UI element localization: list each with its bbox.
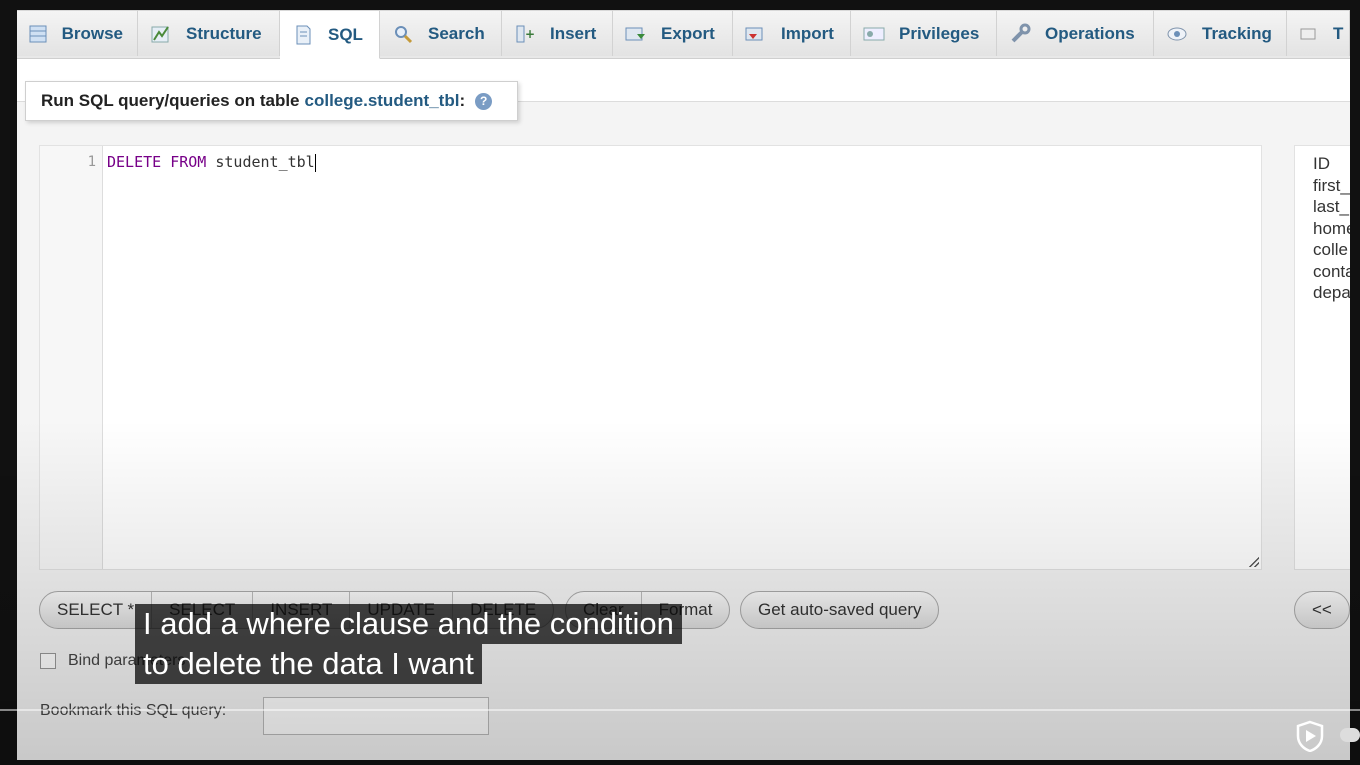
toggle-switch[interactable] <box>1340 728 1360 742</box>
tab-label: Tracking <box>1202 23 1272 43</box>
text-caret <box>314 153 316 172</box>
legend-suffix: : <box>459 91 466 110</box>
structure-icon <box>150 23 172 45</box>
caption-line: I add a where clause and the condition <box>135 604 682 644</box>
export-icon <box>625 23 647 45</box>
tab-structure[interactable]: Structure <box>138 10 280 56</box>
tab-label: Operations <box>1045 23 1135 43</box>
tab-label: Structure <box>186 23 262 43</box>
resize-handle-icon[interactable] <box>1249 557 1259 567</box>
collapse-group: << <box>1294 591 1350 629</box>
video-caption: I add a where clause and the condition t… <box>135 604 682 684</box>
tab-tracking[interactable]: Tracking <box>1154 10 1287 56</box>
tab-triggers[interactable]: T <box>1287 10 1350 56</box>
shield-icon[interactable] <box>1295 720 1325 752</box>
column-item[interactable]: home <box>1313 219 1350 241</box>
tab-export[interactable]: Export <box>613 10 733 56</box>
column-item[interactable]: first_ <box>1313 176 1350 198</box>
sql-editor[interactable]: 1 DELETE FROM student_tbl <box>39 145 1262 570</box>
line-number: 1 <box>87 154 96 170</box>
tab-label: SQL <box>328 24 363 44</box>
tab-insert[interactable]: + Insert <box>502 10 613 56</box>
tab-label: Insert <box>550 23 597 43</box>
tab-label: T <box>1333 23 1344 43</box>
triggers-icon <box>1299 23 1319 45</box>
tab-label: Search <box>428 23 485 43</box>
column-item[interactable]: conta <box>1313 262 1350 284</box>
table-icon <box>29 23 48 45</box>
video-progress-bar[interactable] <box>0 709 1360 711</box>
svg-text:+: + <box>525 27 535 41</box>
column-item[interactable]: ID <box>1313 154 1350 176</box>
caption-line: to delete the data I want <box>135 644 482 684</box>
column-list: ID first_ last_ home colle conta depa <box>1294 145 1350 570</box>
sql-keyword: FROM <box>170 153 207 171</box>
tab-label: Privileges <box>899 23 980 43</box>
search-icon <box>392 23 414 45</box>
line-gutter: 1 <box>40 146 103 569</box>
bind-parameters-checkbox[interactable] <box>40 653 56 669</box>
sql-identifier: student_tbl <box>215 153 315 171</box>
get-auto-saved-query-button[interactable]: Get auto-saved query <box>741 592 938 628</box>
import-icon <box>745 23 767 45</box>
wrench-icon <box>1009 23 1031 45</box>
sql-code[interactable]: DELETE FROM student_tbl <box>107 153 316 172</box>
table-link[interactable]: college.student_tbl <box>305 91 460 111</box>
tab-browse[interactable]: Browse <box>17 10 138 56</box>
tab-privileges[interactable]: Privileges <box>851 10 997 56</box>
bookmark-label: Bookmark this SQL query: <box>40 702 226 720</box>
column-item[interactable]: last_ <box>1313 197 1350 219</box>
column-item[interactable]: colle <box>1313 240 1350 262</box>
query-legend: Run SQL query/queries on table college.s… <box>25 81 518 121</box>
tab-sql[interactable]: SQL <box>280 10 380 59</box>
column-item[interactable]: depa <box>1313 283 1350 305</box>
insert-icon: + <box>514 23 536 45</box>
eye-icon <box>1166 23 1188 45</box>
help-icon[interactable]: ? <box>475 92 493 110</box>
tab-search[interactable]: Search <box>380 10 502 56</box>
privileges-icon <box>863 23 885 45</box>
tab-label: Import <box>781 23 834 43</box>
tab-label: Export <box>661 23 715 43</box>
auto-saved-group: Get auto-saved query <box>740 591 940 629</box>
tab-import[interactable]: Import <box>733 10 851 56</box>
bookmark-input[interactable] <box>263 697 489 735</box>
legend-prefix: Run SQL query/queries on table <box>41 91 300 110</box>
tab-bar: Browse Structure SQL Search + Insert Exp… <box>17 10 1350 59</box>
tab-label: Browse <box>61 23 123 43</box>
tab-operations[interactable]: Operations <box>997 10 1154 56</box>
sql-icon <box>292 24 314 46</box>
collapse-columns-button[interactable]: << <box>1295 592 1349 628</box>
sql-keyword: DELETE <box>107 153 162 171</box>
